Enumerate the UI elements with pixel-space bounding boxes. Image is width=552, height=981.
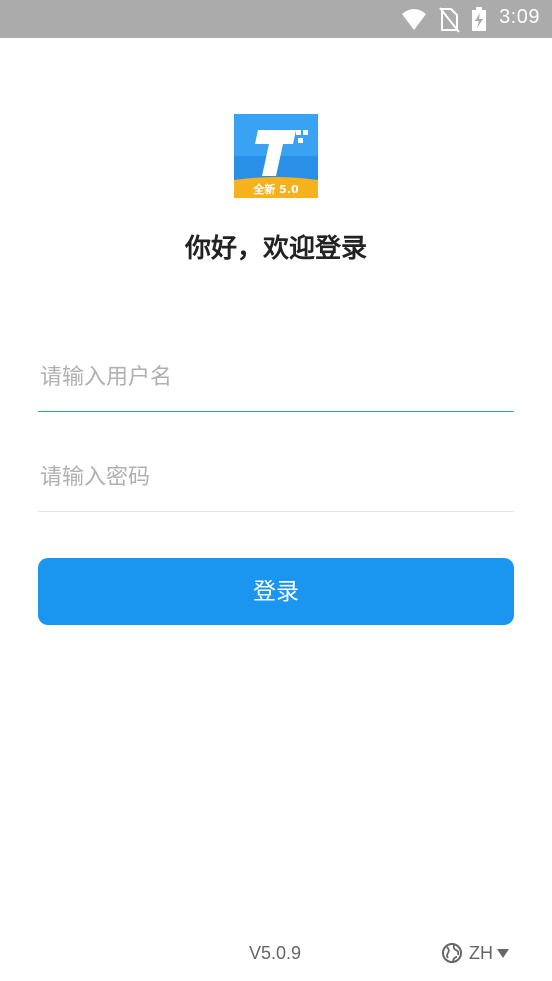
battery-charging-icon (472, 7, 486, 31)
password-underline (38, 511, 514, 512)
password-field (38, 442, 516, 512)
status-bar: 3:09 (0, 0, 552, 38)
greeting-title: 你好，欢迎登录 (184, 234, 367, 264)
no-sim-icon (439, 7, 460, 33)
globe-icon (442, 943, 462, 963)
wifi-icon (402, 9, 426, 30)
triangle-down-icon (497, 949, 509, 958)
logo-text: 全新 5.0 (252, 182, 299, 196)
login-button[interactable]: 登录 (38, 558, 514, 625)
username-input[interactable] (38, 342, 516, 412)
password-input[interactable] (38, 442, 516, 512)
username-field (38, 342, 516, 412)
language-selector[interactable]: ZH (441, 940, 510, 966)
language-label: ZH (469, 942, 493, 963)
app-logo: 全新 5.0 (234, 114, 318, 198)
status-time: 3:09 (499, 6, 540, 28)
username-underline (38, 411, 514, 412)
version-label: V5.0.9 (249, 943, 302, 963)
